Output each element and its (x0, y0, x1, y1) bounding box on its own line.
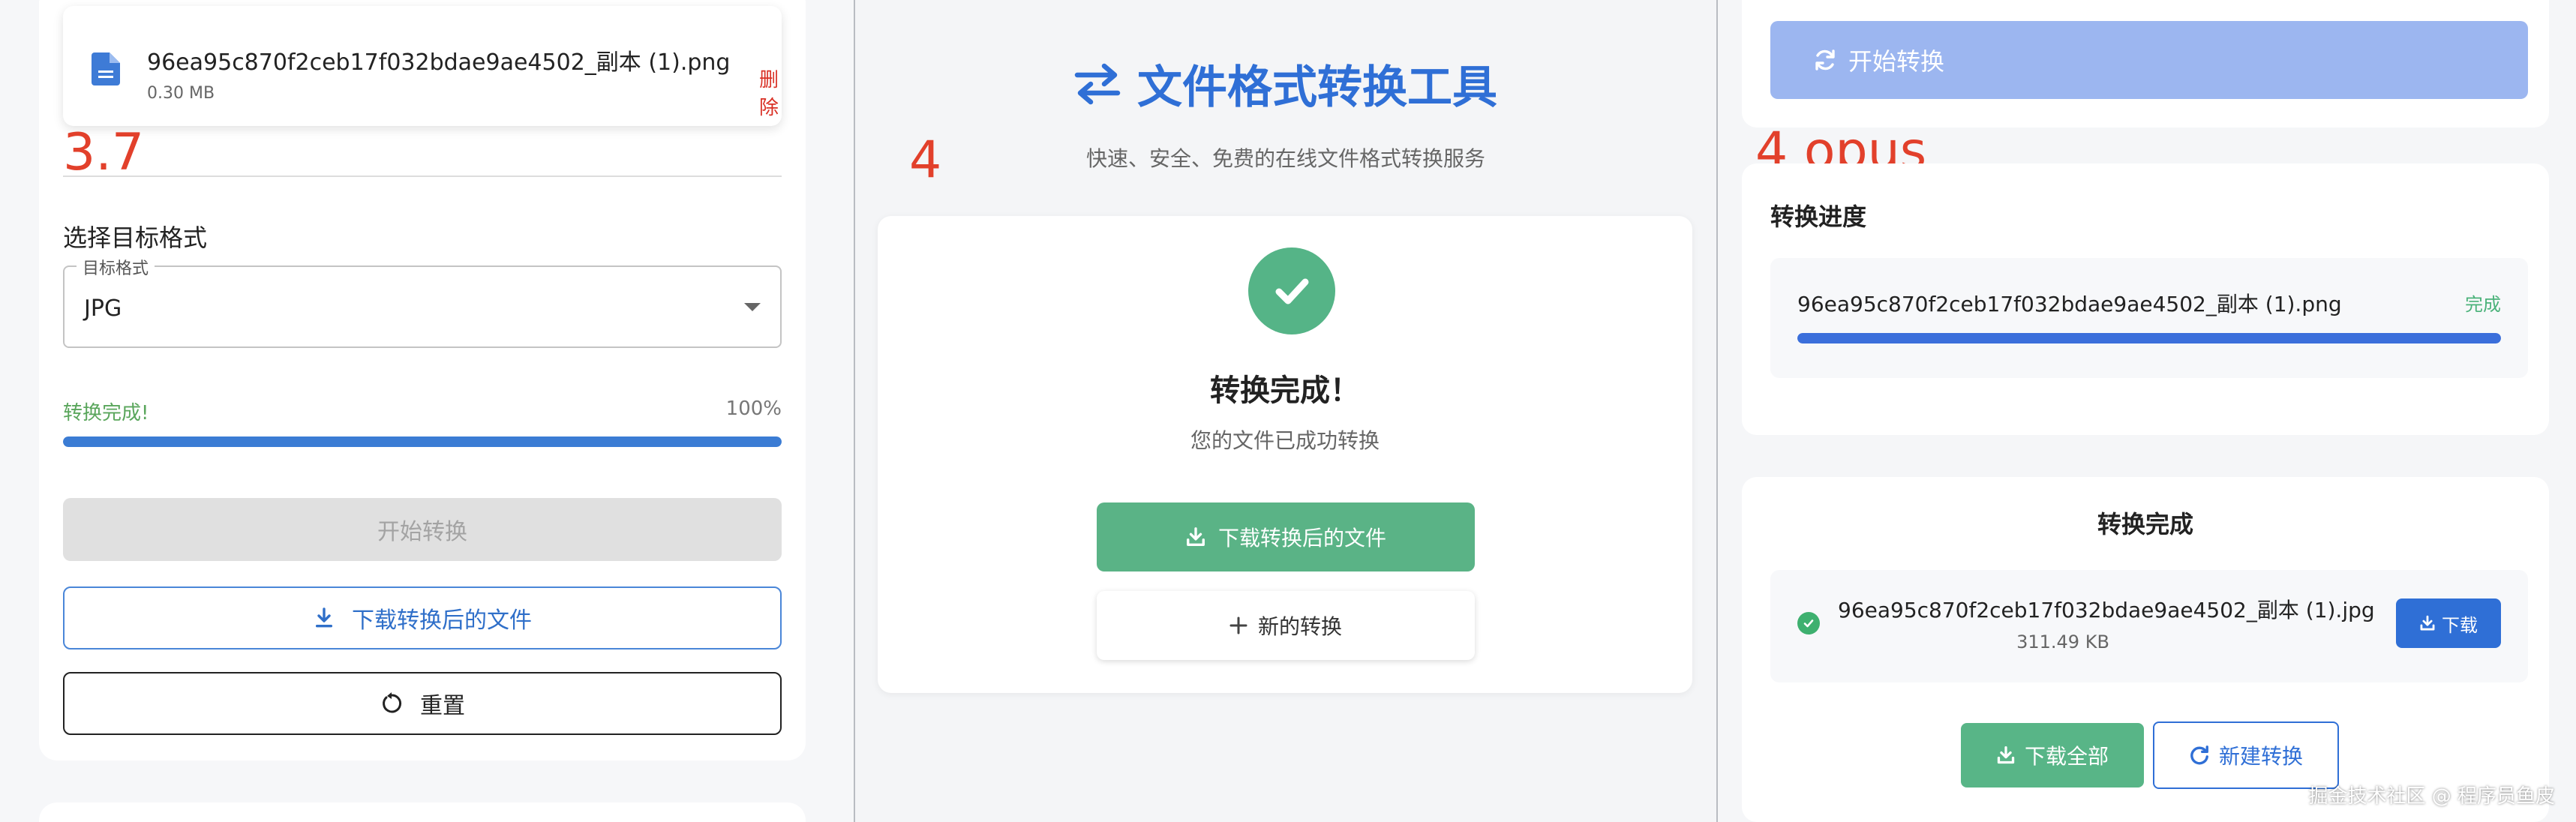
download-all-label: 下载全部 (2024, 744, 2109, 769)
download-icon (1187, 527, 1205, 546)
download-converted-label: 下载转换后的文件 (1217, 526, 1386, 550)
converted-file-size: 311.49 KB (2016, 632, 2109, 652)
next-card-edge (39, 802, 806, 822)
download-converted-label: 下载转换后的文件 (352, 608, 532, 634)
check-circle-icon (1797, 612, 1820, 634)
select-legend: 目标格式 (77, 255, 155, 279)
done-title: 转换完成 (2097, 510, 2193, 538)
converted-file-item: 96ea95c870f2ceb17f032bdae9ae4502_副本 (1).… (1770, 570, 2528, 682)
start-convert-button[interactable]: 开始转换 (63, 498, 782, 561)
new-conversion-button[interactable]: 新建转换 (2153, 722, 2339, 789)
done-title: 转换完成！ (1210, 374, 1360, 408)
progress-bar (63, 436, 782, 447)
download-converted-button[interactable]: 下载转换后的文件 (63, 586, 782, 650)
watermark: 掘金技术社区 @ 程序员鱼皮 (2308, 785, 2555, 808)
progress-title: 转换进度 (1770, 202, 1867, 231)
result-card: 转换完成！ 您的文件已成功转换 下载转换后的文件 新的转换 (878, 216, 1692, 693)
caret-down-icon (744, 303, 761, 311)
panel-version-4-opus: 开始转换 4 opus 转换进度 96ea95c870f2ceb17f032bd… (1718, 0, 2576, 822)
select-value: JPG (84, 296, 122, 322)
progress-bar-fill (63, 436, 782, 447)
panel-version-3-7: 96ea95c870f2ceb17f032bdae9ae4502_副本 (1).… (0, 0, 854, 822)
download-file-button[interactable]: 下载 (2396, 598, 2501, 648)
uploaded-file-item: 96ea95c870f2ceb17f032bdae9ae4502_副本 (1).… (63, 6, 782, 126)
delete-file-button[interactable]: 删除 (759, 64, 782, 120)
refresh-icon (1815, 50, 1835, 70)
download-icon (316, 608, 332, 628)
reset-icon (383, 692, 402, 713)
status-text: 转换完成! (63, 402, 149, 424)
download-file-label: 下载 (2442, 614, 2478, 636)
new-conversion-label: 新的转换 (1257, 614, 1342, 639)
result-card: 转换完成 96ea95c870f2ceb17f032bdae9ae4502_副本… (1742, 477, 2549, 822)
download-icon (2420, 615, 2435, 631)
progress-card: 转换进度 96ea95c870f2ceb17f032bdae9ae4502_副本… (1742, 164, 2549, 435)
page-header: 文件格式转换工具 (855, 51, 1716, 116)
plus-icon (1229, 616, 1247, 634)
section-title: 选择目标格式 (63, 224, 208, 252)
progress-status: 完成 (2465, 294, 2501, 315)
progress-item: 96ea95c870f2ceb17f032bdae9ae4502_副本 (1).… (1770, 258, 2528, 378)
redo-icon (2190, 746, 2208, 765)
target-format-select[interactable]: 目标格式 JPG (63, 255, 782, 348)
start-convert-label: 开始转换 (1848, 47, 1945, 76)
new-conversion-label: 新建转换 (2218, 744, 2303, 769)
download-all-button[interactable]: 下载全部 (1961, 723, 2144, 788)
progress-bar-fill (1797, 333, 2501, 344)
reset-button[interactable]: 重置 (63, 672, 782, 735)
success-check-icon (1248, 248, 1335, 334)
converted-file-name: 96ea95c870f2ceb17f032bdae9ae4502_副本 (1).… (1838, 598, 2375, 622)
download-icon (1997, 746, 2015, 764)
panel-version-4: 4 文件格式转换工具 快速、安全、免费的在线文件格式转换服务 转换完成！ 您的文… (855, 0, 1716, 822)
done-subtitle: 您的文件已成功转换 (1190, 428, 1380, 453)
page-subtitle: 快速、安全、免费的在线文件格式转换服务 (1085, 146, 1485, 171)
reset-label: 重置 (420, 693, 465, 719)
file-size: 0.30 MB (147, 84, 215, 103)
progress-bar (1797, 333, 2501, 344)
progress-file-name: 96ea95c870f2ceb17f032bdae9ae4502_副本 (1).… (1797, 292, 2342, 316)
version-label: 3.7 (63, 123, 145, 182)
file-name: 96ea95c870f2ceb17f032bdae9ae4502_副本 (1).… (147, 50, 731, 76)
new-conversion-button[interactable]: 新的转换 (1097, 591, 1475, 660)
upload-card: 开始转换 (1742, 0, 2549, 128)
swap-arrows-icon (1074, 63, 1121, 104)
page-title: 文件格式转换工具 (1137, 62, 1497, 114)
divider (63, 176, 782, 177)
file-icon (92, 52, 120, 86)
start-convert-button[interactable]: 开始转换 (1770, 21, 2528, 99)
download-converted-button[interactable]: 下载转换后的文件 (1097, 502, 1475, 572)
percent-text: 100% (725, 398, 782, 420)
